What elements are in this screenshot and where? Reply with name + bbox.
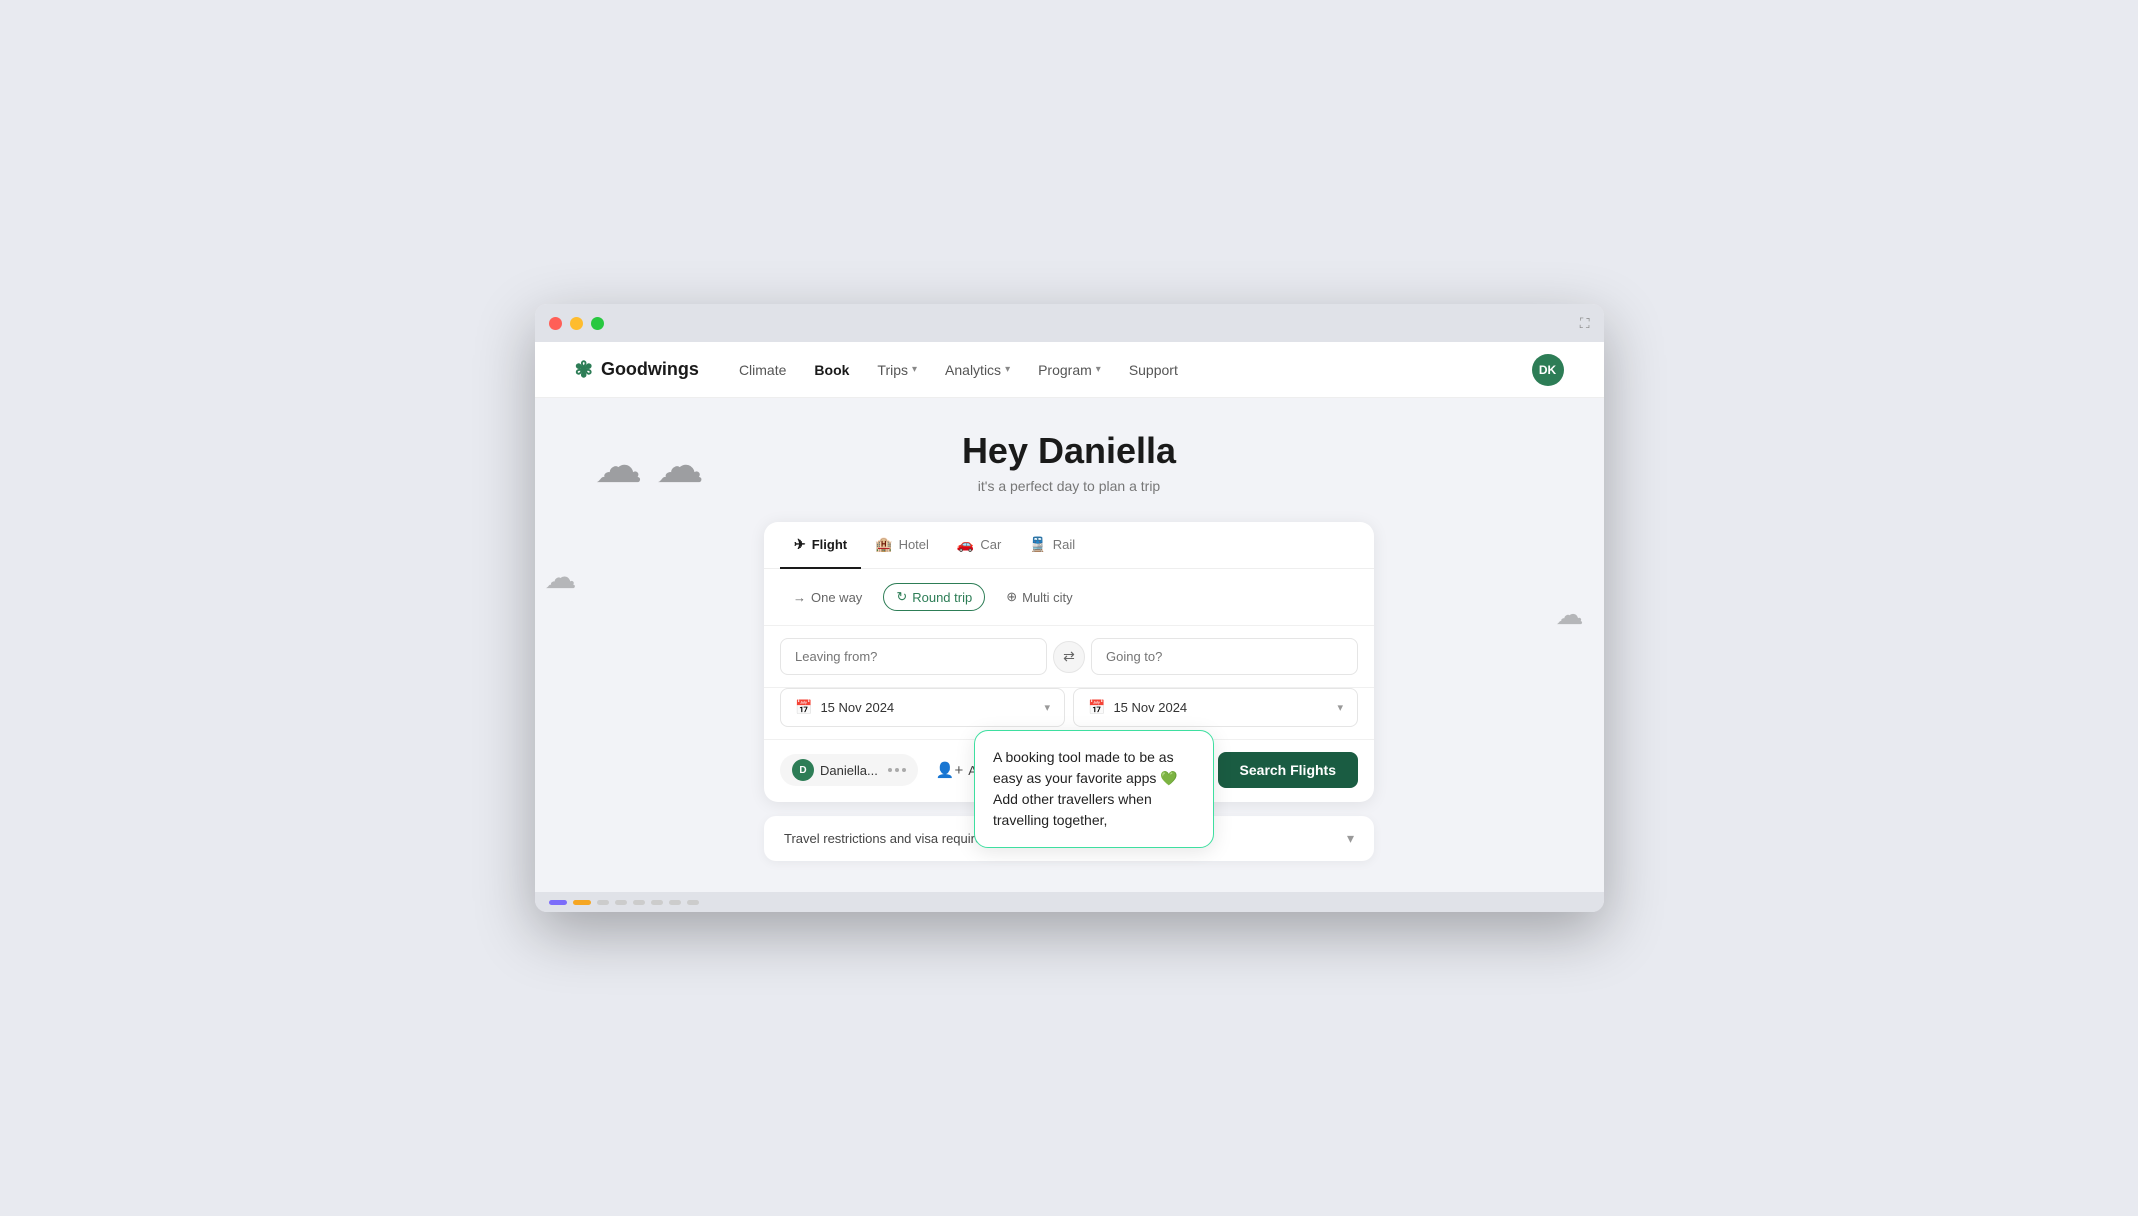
tab-hotel[interactable]: 🏨 Hotel — [861, 522, 943, 569]
titlebar-buttons — [549, 317, 604, 330]
nav-analytics[interactable]: Analytics ▾ — [945, 362, 1010, 378]
calendar-icon: 📅 — [795, 699, 812, 716]
tab-flight[interactable]: ✈ Flight — [780, 522, 861, 569]
nav-climate[interactable]: Climate — [739, 362, 786, 378]
expand-icon[interactable]: ⛶ — [1580, 315, 1590, 332]
titlebar: ⛶ — [535, 304, 1604, 342]
hero-subtitle: it's a perfect day to plan a trip — [978, 478, 1160, 494]
logo-text: Goodwings — [601, 359, 699, 380]
round-trip-icon: ↻ — [896, 589, 907, 605]
chevron-down-icon: ▾ — [1096, 364, 1101, 375]
avatar[interactable]: DK — [1532, 354, 1564, 386]
travellers-row: D Daniella... 👤+ Add traveller ● A booki… — [764, 740, 1374, 802]
nav-book[interactable]: Book — [814, 362, 849, 378]
progress-dot-4 — [615, 900, 627, 905]
dot — [895, 768, 899, 772]
leaving-from-input[interactable] — [780, 638, 1047, 675]
progress-dot-1 — [549, 900, 567, 905]
return-date-picker[interactable]: 📅 15 Nov 2024 ▾ — [1073, 688, 1358, 727]
round-trip-button[interactable]: ↻ Round trip — [883, 583, 985, 611]
progress-dot-2 — [573, 900, 591, 905]
progress-dot-6 — [651, 900, 663, 905]
dot — [888, 768, 892, 772]
tooltip-bubble: A booking tool made to be as easy as you… — [974, 730, 1214, 848]
return-date-value: 15 Nov 2024 — [1113, 700, 1329, 715]
swap-button[interactable]: ⇄ — [1053, 641, 1085, 673]
flight-icon: ✈ — [794, 536, 806, 553]
traveller-avatar: D — [792, 759, 814, 781]
traveller-name: Daniella... — [820, 763, 878, 778]
main-content: ☁ ☁ ☁ ☁ Hey Daniella it's a perfect day … — [535, 398, 1604, 892]
chevron-down-icon: ▾ — [1337, 701, 1343, 714]
car-icon: 🚗 — [957, 536, 974, 553]
one-way-button[interactable]: → One way — [780, 584, 875, 611]
nav-program[interactable]: Program ▾ — [1038, 362, 1101, 378]
progress-dot-8 — [687, 900, 699, 905]
chevron-down-icon: ▾ — [1347, 830, 1354, 847]
page-title: Hey Daniella — [962, 430, 1176, 472]
traveller-chip: D Daniella... — [780, 754, 918, 786]
cloud-decoration-left2: ☁ — [545, 558, 577, 596]
cloud-decoration-right: ☁ — [1556, 598, 1584, 631]
calendar-icon: 📅 — [1088, 699, 1105, 716]
rail-icon: 🚆 — [1029, 536, 1046, 553]
search-tabs: ✈ Flight 🏨 Hotel 🚗 Car 🚆 Rail — [764, 522, 1374, 569]
going-to-input[interactable] — [1091, 638, 1358, 675]
depart-date-value: 15 Nov 2024 — [820, 700, 1036, 715]
hotel-icon: 🏨 — [875, 536, 892, 553]
tab-car[interactable]: 🚗 Car — [943, 522, 1015, 569]
bottom-bar — [535, 892, 1604, 912]
chevron-down-icon: ▾ — [912, 364, 917, 375]
multi-city-icon: ⊕ — [1006, 589, 1017, 605]
route-inputs: ⇄ — [764, 626, 1374, 688]
nav-support[interactable]: Support — [1129, 362, 1178, 378]
logo-icon: ✾ — [575, 357, 593, 383]
search-flights-button[interactable]: Search Flights — [1218, 752, 1358, 788]
depart-date-picker[interactable]: 📅 15 Nov 2024 ▾ — [780, 688, 1065, 727]
nav-trips[interactable]: Trips ▾ — [877, 362, 917, 378]
logo[interactable]: ✾ Goodwings — [575, 357, 699, 383]
progress-dot-7 — [669, 900, 681, 905]
chevron-down-icon: ▾ — [1044, 701, 1050, 714]
minimize-button[interactable] — [570, 317, 583, 330]
trip-type-row: → One way ↻ Round trip ⊕ Multi city — [764, 569, 1374, 626]
tooltip-text: A booking tool made to be as easy as you… — [993, 749, 1178, 828]
dot — [902, 768, 906, 772]
maximize-button[interactable] — [591, 317, 604, 330]
app-window: ⛶ ✾ Goodwings Climate Book Trips ▾ Analy… — [535, 304, 1604, 912]
nav-links: Climate Book Trips ▾ Analytics ▾ Program… — [739, 362, 1532, 378]
progress-dot-3 — [597, 900, 609, 905]
cloud-decoration-left: ☁ ☁ — [595, 438, 704, 494]
chevron-down-icon: ▾ — [1005, 364, 1010, 375]
multi-city-button[interactable]: ⊕ Multi city — [993, 583, 1085, 611]
tab-rail[interactable]: 🚆 Rail — [1015, 522, 1089, 569]
close-button[interactable] — [549, 317, 562, 330]
progress-dot-5 — [633, 900, 645, 905]
one-way-icon: → — [793, 590, 806, 605]
traveller-menu[interactable] — [888, 768, 906, 772]
search-card: ✈ Flight 🏨 Hotel 🚗 Car 🚆 Rail — [764, 522, 1374, 802]
navbar: ✾ Goodwings Climate Book Trips ▾ Analyti… — [535, 342, 1604, 398]
add-person-icon: 👤+ — [936, 761, 963, 779]
